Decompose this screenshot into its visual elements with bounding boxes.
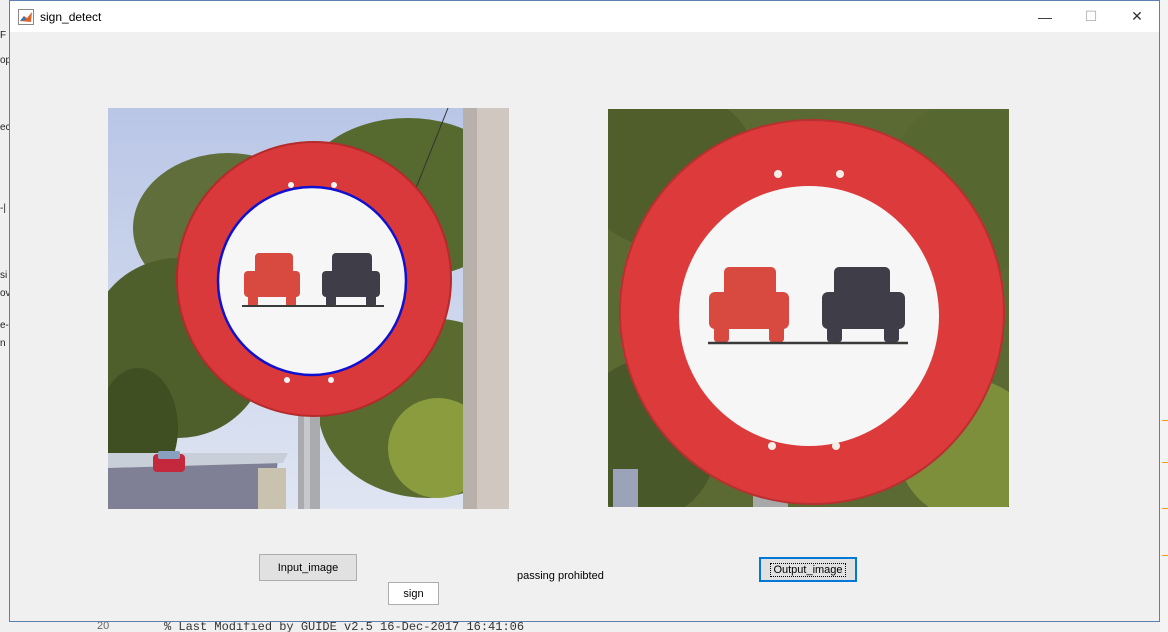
bg-fragment: e- <box>0 320 9 331</box>
close-button[interactable]: ✕ <box>1114 1 1160 32</box>
input-image-axes <box>108 108 509 509</box>
background-window-right <box>1160 0 1168 632</box>
output-image-button[interactable]: Output_image <box>759 557 857 582</box>
output-image <box>608 109 1009 507</box>
title-bar[interactable]: sign_detect — ☐ ✕ <box>10 1 1159 32</box>
sign-button[interactable]: sign <box>388 582 439 605</box>
maximize-icon: ☐ <box>1084 8 1098 24</box>
result-label: passing prohibted <box>517 570 604 582</box>
sign-button-label: sign <box>403 587 424 600</box>
window-title: sign_detect <box>40 10 102 24</box>
output-image-button-label: Output_image <box>770 562 846 577</box>
code-line: % Last Modified by GUIDE v2.5 16-Dec-201… <box>164 622 525 632</box>
minimize-button[interactable]: — <box>1022 1 1068 32</box>
input-image-button[interactable]: Input_image <box>259 554 357 581</box>
bg-fragment: si <box>0 270 8 281</box>
maximize-button[interactable]: ☐ <box>1068 1 1114 32</box>
minimize-icon: — <box>1038 8 1052 25</box>
figure-window: sign_detect — ☐ ✕ Input_image sign Outpu… <box>9 0 1160 622</box>
bg-fragment: n <box>0 338 6 349</box>
output-image-axes <box>608 109 1009 507</box>
line-number: 20 <box>97 622 110 632</box>
bg-fragment: F <box>0 30 7 41</box>
close-icon: ✕ <box>1131 8 1143 24</box>
bg-fragment: -| <box>0 203 6 214</box>
input-image-button-label: Input_image <box>277 561 339 574</box>
background-editor-strip: 20 % Last Modified by GUIDE v2.5 16-Dec-… <box>9 622 1160 632</box>
matlab-icon <box>18 9 34 25</box>
input-image <box>108 108 509 509</box>
